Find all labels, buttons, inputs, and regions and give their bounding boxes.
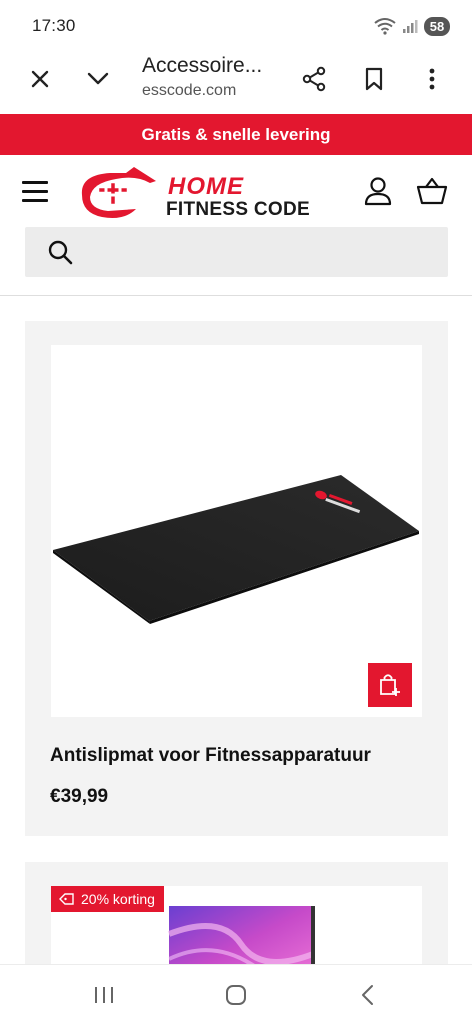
recent-apps-icon bbox=[95, 987, 113, 1003]
menu-icon-bar bbox=[22, 189, 48, 193]
product-image[interactable] bbox=[51, 345, 422, 717]
logo-home-text: HOME bbox=[168, 173, 244, 200]
logo-emblem bbox=[81, 167, 156, 218]
bookmark-button[interactable] bbox=[352, 52, 396, 106]
promo-text: Gratis & snelle levering bbox=[141, 124, 331, 144]
promo-banner: Gratis & snelle levering bbox=[0, 114, 472, 155]
close-icon bbox=[31, 70, 49, 88]
address-bar[interactable]: Accessoire... esscode.com bbox=[142, 54, 292, 100]
browser-toolbar: Accessoire... esscode.com bbox=[0, 52, 472, 114]
status-bar: 17:30 58 bbox=[0, 0, 472, 52]
home-icon bbox=[226, 985, 246, 1005]
account-button[interactable] bbox=[360, 173, 396, 209]
logo-fitness-code-text: FITNESS CODE bbox=[166, 199, 311, 220]
more-icon bbox=[429, 68, 435, 90]
tab-menu-button[interactable] bbox=[76, 52, 120, 106]
menu-button[interactable] bbox=[22, 173, 58, 209]
basket-button[interactable] bbox=[414, 173, 450, 209]
home-fitness-code-logo[interactable]: HOME FITNESS CODE bbox=[76, 163, 328, 223]
signal-icon bbox=[403, 20, 418, 33]
status-time: 17:30 bbox=[32, 16, 76, 35]
wifi-icon bbox=[374, 18, 396, 35]
fitness-mat-image bbox=[53, 475, 419, 624]
discount-badge: 20% korting bbox=[51, 886, 164, 912]
more-options-button[interactable] bbox=[410, 52, 454, 106]
site-header: HOME FITNESS CODE bbox=[0, 155, 472, 227]
add-to-cart-button[interactable] bbox=[368, 663, 412, 707]
back-button[interactable] bbox=[348, 979, 388, 1011]
product-card[interactable]: Antislipmat voor Fitnessapparatuur €39,9… bbox=[25, 321, 448, 836]
menu-icon-bar bbox=[22, 198, 48, 202]
close-tab-button[interactable] bbox=[18, 52, 62, 106]
search-icon bbox=[48, 240, 73, 265]
share-icon bbox=[302, 66, 326, 92]
back-icon bbox=[362, 985, 373, 1005]
chevron-down-icon bbox=[87, 72, 109, 85]
header-divider bbox=[0, 295, 472, 296]
status-icons: 58 bbox=[374, 16, 450, 36]
bookmark-icon bbox=[365, 67, 383, 91]
menu-icon-bar bbox=[22, 180, 48, 184]
basket-icon bbox=[416, 177, 448, 205]
discount-text: 20% korting bbox=[81, 891, 155, 907]
search-bar[interactable] bbox=[25, 227, 448, 277]
page-title: Accessoire... bbox=[142, 54, 263, 77]
product-price: €39,99 bbox=[50, 786, 109, 807]
user-icon bbox=[364, 177, 392, 206]
search-input[interactable] bbox=[85, 243, 425, 261]
add-to-cart-icon bbox=[380, 674, 400, 696]
product-title[interactable]: Antislipmat voor Fitnessapparatuur bbox=[50, 745, 371, 767]
system-nav-bar bbox=[0, 964, 472, 1024]
share-button[interactable] bbox=[292, 52, 336, 106]
tag-icon bbox=[59, 893, 74, 905]
page-domain: esscode.com bbox=[142, 82, 237, 99]
recent-apps-button[interactable] bbox=[84, 979, 124, 1011]
battery-badge: 58 bbox=[424, 16, 450, 36]
home-button[interactable] bbox=[216, 979, 256, 1011]
